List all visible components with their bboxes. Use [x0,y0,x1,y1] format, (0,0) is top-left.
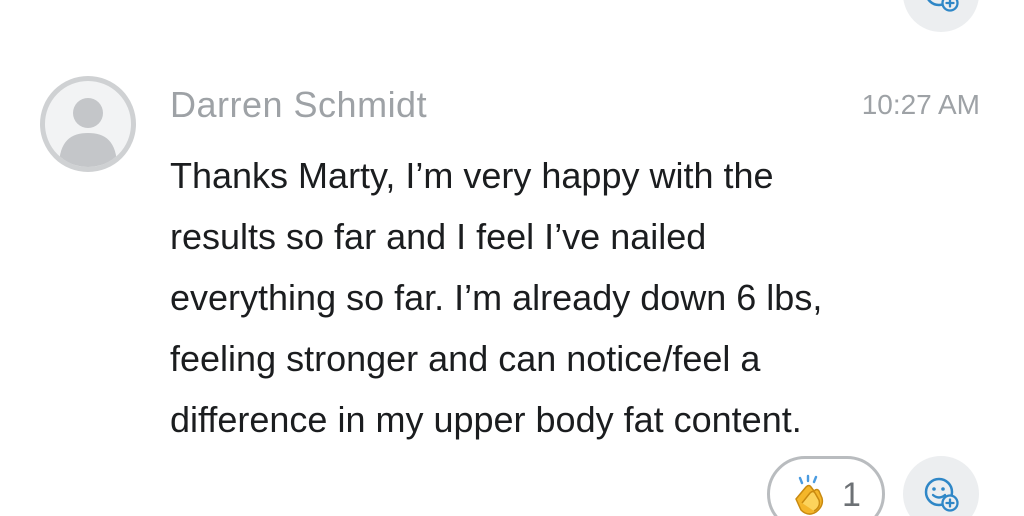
reaction-count: 1 [842,476,861,514]
add-reaction-smiley-icon [924,477,959,512]
clap-reaction-button[interactable]: 1 [767,456,885,516]
avatar[interactable] [40,76,136,172]
message-body: Thanks Marty, I’m very happy with the re… [170,145,970,450]
message-line: results so far and I feel I’ve nailed [170,216,707,257]
add-reaction-button[interactable] [903,456,979,516]
message-line: Thanks Marty, I’m very happy with the [170,155,774,196]
clapping-hands-emoji-icon [788,473,832,516]
message-line: everything so far. I’m already down 6 lb… [170,277,823,318]
default-user-avatar-icon [59,98,117,167]
message-line: feeling stronger and can notice/feel a [170,338,761,379]
message-author-name[interactable]: Darren Schmidt [170,84,427,126]
message-line: difference in my upper body fat content. [170,399,802,440]
add-reaction-button-previous-message[interactable] [903,0,979,32]
add-reaction-smiley-icon [927,0,959,12]
message-timestamp: 10:27 AM [861,89,980,120]
chat-screen: Darren Schmidt 10:27 AM Thanks Marty, I’… [0,0,1024,516]
